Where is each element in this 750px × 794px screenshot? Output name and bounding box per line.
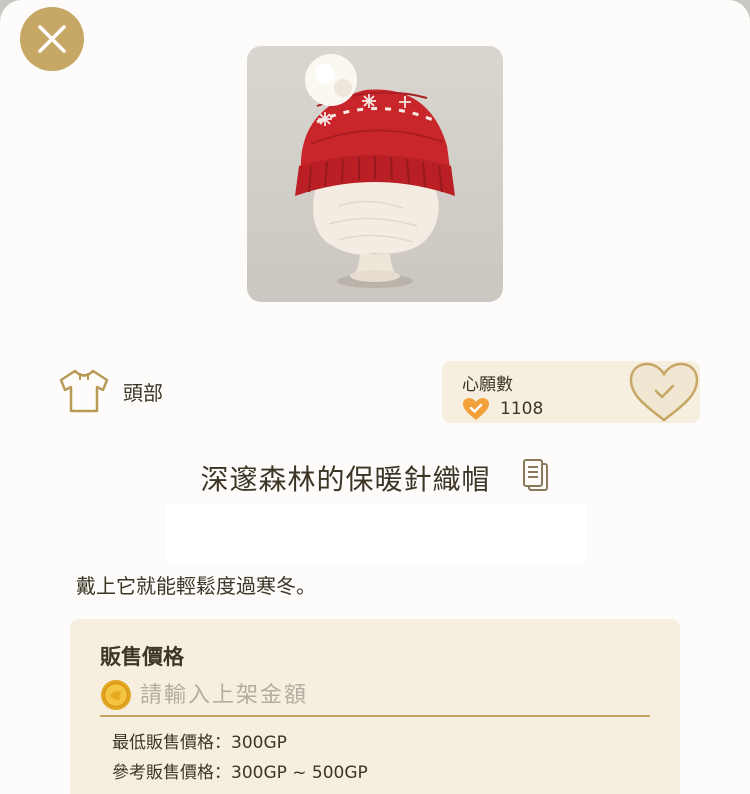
blank-area	[166, 504, 586, 562]
copy-icon	[522, 459, 548, 491]
reference-price-text: 參考販售價格：300GP ~ 500GP	[112, 763, 368, 783]
copy-name-button[interactable]	[522, 459, 550, 497]
price-input[interactable]	[138, 681, 622, 709]
item-detail-sheet: 頭部 心願數 1108 深邃森林的保暖針織帽 戴上它就能輕鬆度過寒冬。 販售價格…	[0, 0, 750, 794]
item-name: 深邃森林的保暖針織帽	[200, 463, 491, 496]
close-button[interactable]	[20, 7, 84, 71]
price-card: 販售價格 最低販售價格：300GP 參考販售價格：300GP ~ 500GP	[70, 619, 680, 794]
heart-check-badge-icon	[463, 398, 489, 420]
wish-count-row: 1108	[462, 397, 543, 421]
heart-check-icon	[629, 362, 699, 422]
category-label: 頭部	[123, 380, 163, 405]
item-name-row: 深邃森林的保暖針織帽	[0, 458, 750, 498]
min-price-text: 最低販售價格：300GP	[112, 733, 287, 753]
price-input-row	[100, 675, 650, 717]
knit-hat-illustration	[295, 54, 455, 288]
gold-coin-icon	[101, 680, 131, 710]
wish-count: 1108	[500, 399, 544, 419]
close-icon	[38, 25, 66, 53]
wish-title: 心願數	[462, 375, 513, 395]
item-image	[247, 46, 503, 302]
item-category: 頭部	[57, 368, 163, 414]
wish-button[interactable]	[628, 361, 700, 427]
wish-panel: 心願數 1108	[442, 361, 700, 423]
price-title: 販售價格	[100, 645, 184, 669]
item-description: 戴上它就能輕鬆度過寒冬。	[76, 574, 316, 598]
shirt-icon	[59, 369, 109, 413]
